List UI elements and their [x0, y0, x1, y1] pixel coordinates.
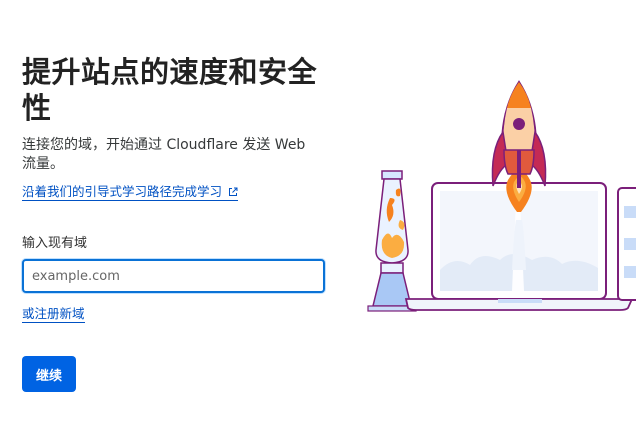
continue-button[interactable]: 继续 [22, 356, 76, 392]
rocket-graphic [491, 80, 547, 188]
rocket-launch-illustration [367, 80, 636, 312]
register-domain-link[interactable]: 或注册新域 [22, 306, 85, 323]
page-title: 提升站点的速度和安全性 [22, 55, 318, 125]
page-subtitle: 连接您的域，开始通过 Cloudflare 发送 Web 流量。 [22, 137, 306, 172]
learning-path-link-label: 沿着我们的引导式学习路径完成学习 [22, 184, 223, 199]
lava-lamp-graphic [367, 170, 417, 312]
learning-path-link[interactable]: 沿着我们的引导式学习路径完成学习 [22, 184, 239, 201]
domain-field-label: 输入现有域 [22, 236, 88, 251]
onboarding-page: 提升站点的速度和安全性 连接您的域，开始通过 Cloudflare 发送 Web… [0, 0, 636, 438]
add-site-form: 提升站点的速度和安全性 连接您的域，开始通过 Cloudflare 发送 Web… [22, 54, 332, 392]
external-link-icon [229, 187, 238, 196]
phone-graphic [617, 187, 636, 301]
domain-input[interactable] [22, 259, 325, 293]
